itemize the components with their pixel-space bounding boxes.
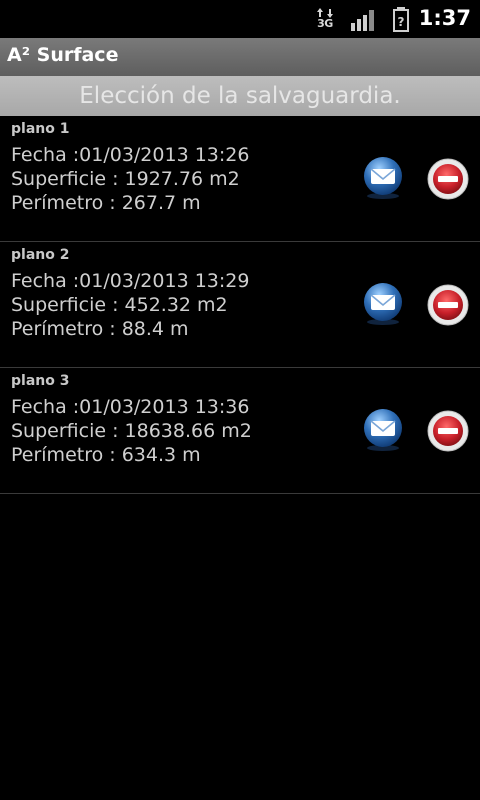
delete-button[interactable] [427,410,469,452]
plan-name: plano 3 [11,373,70,389]
plan-date: Fecha :01/03/2013 13:29 [11,270,250,292]
list-item[interactable]: plano 1 Fecha :01/03/2013 13:26 Superfic… [0,116,480,242]
plan-date: Fecha :01/03/2013 13:26 [11,144,250,166]
list-item[interactable]: plano 3 Fecha :01/03/2013 13:36 Superfic… [0,368,480,494]
send-mail-button[interactable] [361,282,405,326]
plans-list: plano 1 Fecha :01/03/2013 13:26 Superfic… [0,116,480,494]
delete-button[interactable] [427,284,469,326]
plan-name: plano 2 [11,247,70,263]
svg-text:?: ? [398,15,405,29]
plan-name: plano 1 [11,121,70,137]
plan-perimeter: Perímetro : 88.4 m [11,318,189,340]
send-mail-button[interactable] [361,408,405,452]
app-title: A² Surface [7,44,119,66]
plan-surface: Superficie : 452.32 m2 [11,294,228,316]
signal-bars-icon [351,10,374,31]
send-mail-button[interactable] [361,156,405,200]
status-bar: 3G ? 1:37 [0,0,480,38]
plan-date: Fecha :01/03/2013 13:36 [11,396,250,418]
title-bar: A² Surface [0,38,480,76]
list-header-text: Elección de la salvaguardia. [79,83,401,109]
data-arrows-icon: 3G [315,7,335,31]
network-type-label: 3G [317,17,333,30]
clock: 1:37 [418,6,471,30]
plan-surface: Superficie : 18638.66 m2 [11,420,252,442]
plan-perimeter: Perímetro : 267.7 m [11,192,201,214]
list-item[interactable]: plano 2 Fecha :01/03/2013 13:29 Superfic… [0,242,480,368]
list-header: Elección de la salvaguardia. [0,76,480,116]
delete-button[interactable] [427,158,469,200]
plan-surface: Superficie : 1927.76 m2 [11,168,240,190]
battery-unknown-icon: ? [393,7,409,32]
plan-perimeter: Perímetro : 634.3 m [11,444,201,466]
